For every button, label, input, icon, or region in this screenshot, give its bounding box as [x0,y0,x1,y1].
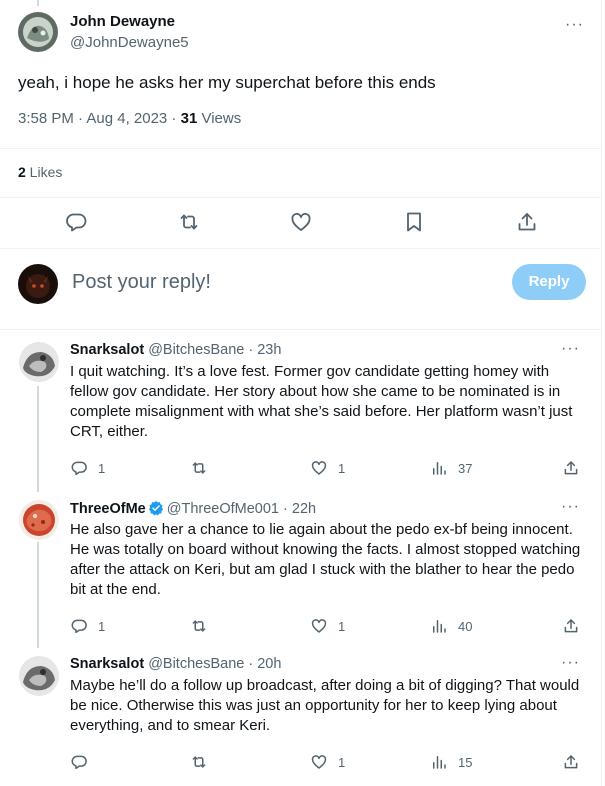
tweet-timestamp[interactable]: 3:58 PM · Aug 4, 2023 · [18,110,181,127]
reply-input[interactable]: Post your reply! [72,271,211,294]
reply-author-name[interactable]: Snarksalot [70,342,144,358]
more-options-icon[interactable]: ··· [561,499,580,515]
current-user-avatar[interactable] [18,264,58,304]
author-avatar[interactable] [18,12,58,52]
reply-button[interactable]: 1 [70,616,105,636]
reply-composer: Post your reply! Reply [18,262,588,306]
reply-header: Snarksalot @BitchesBane · 23h [70,342,281,358]
reply-button[interactable]: 1 [70,458,105,478]
reply-action-bar: 1 1 37 [70,458,590,478]
verified-badge-icon [148,501,163,516]
like-icon [311,461,327,475]
reply-icon[interactable] [64,210,88,234]
views-icon [433,462,446,475]
like-icon [311,619,327,633]
like-button[interactable]: 1 [310,616,345,636]
views-button[interactable]: 37 [430,458,472,478]
views-icon [433,620,446,633]
views-button[interactable]: 40 [430,616,472,636]
likes-count: 2 [18,164,26,180]
tweet-detail-panel: John Dewayne @JohnDewayne5 ··· yeah, i h… [0,0,602,786]
reply-header: Snarksalot @BitchesBane · 20h [70,656,281,672]
tweet-meta: 3:58 PM · Aug 4, 2023 · 31 Views [18,110,241,127]
like-count: 1 [338,460,346,476]
views-count: 31 [180,110,198,127]
reply-icon [71,755,87,770]
reply-avatar[interactable] [19,656,59,696]
reply-action-bar: 1 1 40 [70,616,590,636]
like-icon[interactable] [289,210,313,234]
reply-action-bar: 1 15 [70,752,590,772]
like-count: 1 [338,754,346,770]
reply-avatar[interactable] [19,500,59,540]
reply-button[interactable]: Reply [512,264,586,300]
author-handle[interactable]: @JohnDewayne5 [70,34,189,51]
retweet-button[interactable] [190,752,208,772]
more-options-icon[interactable]: ··· [561,655,580,671]
share-icon[interactable] [515,210,539,234]
retweet-button[interactable] [190,616,208,636]
retweet-icon [192,756,206,768]
view-count: 37 [458,460,473,476]
share-icon [564,619,578,633]
thread-connector [37,0,39,6]
reply-text: I quit watching. It’s a love fest. Forme… [70,363,573,440]
like-button[interactable]: 1 [310,458,345,478]
likes-link[interactable]: 2 Likes [18,164,62,180]
share-button[interactable] [562,752,580,772]
reply-count: 1 [98,460,106,476]
retweet-icon [192,462,206,474]
reply-icon [71,461,87,476]
reply-handle-time[interactable]: @BitchesBane · 20h [148,656,281,672]
thread-connector [37,542,39,648]
views-label: Views [197,110,242,127]
more-options-icon[interactable]: ··· [565,17,584,33]
divider [0,329,602,330]
like-count: 1 [338,618,346,634]
reply-count: 1 [98,618,106,634]
share-button[interactable] [562,458,580,478]
views-button[interactable]: 15 [430,752,472,772]
bookmark-icon[interactable] [402,210,426,234]
retweet-icon[interactable] [177,210,201,234]
share-icon [564,755,578,769]
divider [0,197,602,198]
views-icon [433,756,446,769]
reply-author-name[interactable]: Snarksalot [70,656,144,672]
reply-header: ThreeOfMe @ThreeOfMe001 · 22h [70,500,316,517]
retweet-icon [192,620,206,632]
reply-avatar[interactable] [19,342,59,382]
reply-author-name[interactable]: ThreeOfMe [70,501,146,517]
reply-text: Maybe he’ll do a follow up broadcast, af… [70,677,580,734]
like-icon [311,755,327,769]
share-icon [564,461,578,475]
reply-handle-time[interactable]: @BitchesBane · 23h [148,342,281,358]
retweet-button[interactable] [190,458,208,478]
thread-connector [37,386,39,492]
reply-text: He also gave her a chance to lie again a… [70,521,581,598]
main-action-bar [0,210,602,234]
author-name[interactable]: John Dewayne [70,13,175,30]
reply-icon [71,619,87,634]
divider [0,148,602,149]
view-count: 40 [458,618,473,634]
reply-button[interactable] [70,752,98,772]
divider [0,248,602,249]
likes-label: Likes [25,164,63,180]
more-options-icon[interactable]: ··· [561,341,580,357]
share-button[interactable] [562,616,580,636]
main-tweet-header: John Dewayne @JohnDewayne5 ··· [18,8,588,58]
view-count: 15 [458,754,473,770]
like-button[interactable]: 1 [310,752,345,772]
reply-handle-time[interactable]: @ThreeOfMe001 · 22h [167,501,316,517]
tweet-text: yeah, i hope he asks her my superchat be… [18,73,436,92]
